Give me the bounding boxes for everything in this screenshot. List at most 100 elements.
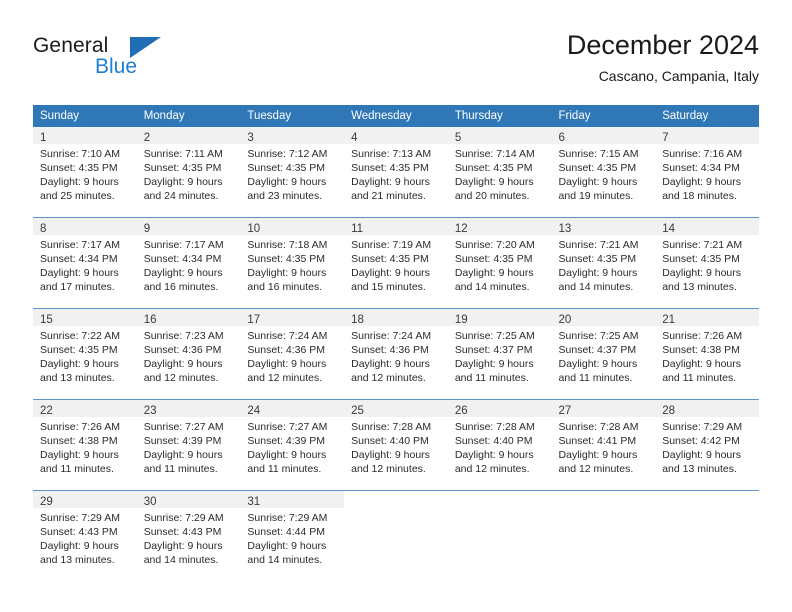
weekday-header-tuesday: Tuesday (240, 105, 345, 127)
calendar-day-cell[interactable]: 30 Sunrise: 7:29 AM Sunset: 4:43 PM Dayligh… (136, 490, 241, 581)
daylight-text-line2: and 12 minutes. (143, 372, 219, 384)
calendar-day-cell[interactable]: 8 Sunrise: 7:17 AM Sunset: 4:34 PM Daylight… (33, 217, 137, 309)
title-block: December 2024 Cascano, Campania, Italy (567, 28, 759, 87)
daylight-text-line2: and 17 minutes. (40, 281, 115, 293)
day-number-band: 13 (551, 218, 656, 235)
day-cell-inner: 29 Sunrise: 7:29 AM Sunset: 4:43 PM Dayligh… (33, 491, 137, 581)
calendar-day-cell[interactable]: 23 Sunrise: 7:27 AM Sunset: 4:39 PM Dayligh… (136, 399, 241, 491)
calendar-day-cell[interactable]: 4 Sunrise: 7:13 AM Sunset: 4:35 PM Daylight… (344, 127, 448, 218)
sunset-text: Sunset: 4:34 PM (143, 253, 222, 265)
day-number: 31 (247, 496, 261, 508)
day-number: 23 (143, 405, 157, 417)
calendar-day-cell[interactable]: 14 Sunrise: 7:21 AM Sunset: 4:35 PM Dayligh… (655, 217, 759, 309)
day-cell-inner: 6 Sunrise: 7:15 AM Sunset: 4:35 PM Daylight… (551, 127, 656, 217)
day-number-band: 27 (551, 400, 656, 417)
daylight-text-line2: and 16 minutes. (247, 281, 323, 293)
calendar-day-cell[interactable]: 13 Sunrise: 7:21 AM Sunset: 4:35 PM Dayligh… (551, 217, 656, 309)
day-number: 30 (143, 496, 157, 508)
day-cell-inner: 11 Sunrise: 7:19 AM Sunset: 4:35 PM Dayligh… (344, 218, 448, 308)
day-cell-inner: 23 Sunrise: 7:27 AM Sunset: 4:39 PM Dayligh… (136, 400, 241, 490)
calendar-day-cell[interactable]: 7 Sunrise: 7:16 AM Sunset: 4:34 PM Daylight… (655, 127, 759, 218)
daylight-text-line2: and 11 minutes. (40, 463, 114, 475)
day-number: 26 (454, 405, 468, 417)
sunset-text: Sunset: 4:39 PM (143, 435, 222, 447)
daylight-text-line2: and 23 minutes. (247, 190, 323, 202)
sunrise-text: Sunrise: 7:17 AM (40, 239, 120, 251)
day-cell-inner: 15 Sunrise: 7:22 AM Sunset: 4:35 PM Dayligh… (33, 309, 137, 399)
day-number-band: 2 (136, 127, 241, 144)
day-cell-inner: 18 Sunrise: 7:24 AM Sunset: 4:36 PM Dayligh… (344, 309, 448, 399)
weekday-header-sunday: Sunday (33, 105, 137, 127)
sunset-text: Sunset: 4:35 PM (351, 253, 429, 265)
day-number-band: 17 (240, 309, 345, 326)
daylight-text-line1: Daylight: 9 hours (143, 176, 223, 188)
logo-text-blue: Blue (95, 55, 138, 78)
general-blue-logo[interactable]: General Blue (33, 34, 253, 92)
day-number-band: 5 (447, 127, 552, 144)
day-details: Sunrise: 7:22 AM Sunset: 4:35 PM Daylight:… (33, 326, 137, 385)
day-number-band: 20 (551, 309, 656, 326)
day-cell-inner: 10 Sunrise: 7:18 AM Sunset: 4:35 PM Dayligh… (240, 218, 345, 308)
sunrise-text: Sunrise: 7:29 AM (247, 512, 328, 524)
sunrise-text: Sunrise: 7:24 AM (247, 330, 328, 342)
sunrise-text: Sunrise: 7:13 AM (351, 148, 432, 160)
calendar-day-cell[interactable]: 3 Sunrise: 7:12 AM Sunset: 4:35 PM Daylight… (240, 127, 345, 218)
calendar-day-cell[interactable]: 15 Sunrise: 7:22 AM Sunset: 4:35 PM Dayligh… (33, 308, 137, 400)
daylight-text-line1: Daylight: 9 hours (40, 449, 119, 461)
day-cell-inner: 30 Sunrise: 7:29 AM Sunset: 4:43 PM Dayligh… (136, 491, 241, 581)
day-number: 14 (662, 223, 676, 235)
calendar-day-cell[interactable]: 28 Sunrise: 7:29 AM Sunset: 4:42 PM Dayligh… (655, 399, 759, 491)
daylight-text-line1: Daylight: 9 hours (40, 267, 119, 279)
day-cell-inner: 2 Sunrise: 7:11 AM Sunset: 4:35 PM Daylight… (136, 127, 241, 217)
day-number-band: 21 (655, 309, 759, 326)
daylight-text-line2: and 24 minutes. (143, 190, 219, 202)
day-details: Sunrise: 7:17 AM Sunset: 4:34 PM Daylight:… (33, 235, 137, 294)
day-cell-inner: 13 Sunrise: 7:21 AM Sunset: 4:35 PM Dayligh… (551, 218, 656, 308)
day-number: 27 (558, 405, 572, 417)
day-number-band: 18 (344, 309, 448, 326)
calendar-day-cell[interactable]: 9 Sunrise: 7:17 AM Sunset: 4:34 PM Daylight… (136, 217, 241, 309)
sunset-text: Sunset: 4:42 PM (662, 435, 740, 447)
calendar-day-cell[interactable]: 1 Sunrise: 7:10 AM Sunset: 4:35 PM Daylight… (33, 127, 137, 218)
sunset-text: Sunset: 4:35 PM (40, 344, 118, 356)
daylight-text-line1: Daylight: 9 hours (558, 358, 638, 370)
daylight-text-line2: and 20 minutes. (454, 190, 530, 202)
day-number-band: 15 (33, 309, 137, 326)
weekday-header-wednesday: Wednesday (344, 105, 448, 127)
sunrise-text: Sunrise: 7:23 AM (143, 330, 224, 342)
calendar-day-cell[interactable]: 12 Sunrise: 7:20 AM Sunset: 4:35 PM Dayligh… (447, 217, 552, 309)
daylight-text-line2: and 12 minutes. (454, 463, 530, 475)
calendar-day-cell[interactable]: 27 Sunrise: 7:28 AM Sunset: 4:41 PM Dayligh… (551, 399, 656, 491)
calendar-day-cell[interactable]: 10 Sunrise: 7:18 AM Sunset: 4:35 PM Dayligh… (240, 217, 345, 309)
calendar-day-cell[interactable]: 21 Sunrise: 7:26 AM Sunset: 4:38 PM Dayligh… (655, 308, 759, 400)
calendar-day-cell[interactable]: 17 Sunrise: 7:24 AM Sunset: 4:36 PM Dayligh… (240, 308, 345, 400)
calendar-day-cell[interactable]: 2 Sunrise: 7:11 AM Sunset: 4:35 PM Daylight… (136, 127, 241, 218)
daylight-text-line2: and 14 minutes. (143, 554, 219, 566)
day-number: 12 (454, 223, 468, 235)
calendar-day-cell[interactable]: 24 Sunrise: 7:27 AM Sunset: 4:39 PM Dayligh… (240, 399, 345, 491)
calendar-day-cell[interactable]: 22 Sunrise: 7:26 AM Sunset: 4:38 PM Dayligh… (33, 399, 137, 491)
calendar-day-cell[interactable]: 29 Sunrise: 7:29 AM Sunset: 4:43 PM Dayligh… (33, 490, 137, 581)
calendar-day-cell[interactable]: 5 Sunrise: 7:14 AM Sunset: 4:35 PM Daylight… (447, 127, 552, 218)
calendar-day-cell[interactable]: 11 Sunrise: 7:19 AM Sunset: 4:35 PM Dayligh… (344, 217, 448, 309)
calendar-day-cell[interactable]: 19 Sunrise: 7:25 AM Sunset: 4:37 PM Dayligh… (447, 308, 552, 400)
calendar-day-cell[interactable]: 18 Sunrise: 7:24 AM Sunset: 4:36 PM Dayligh… (344, 308, 448, 400)
sunset-text: Sunset: 4:34 PM (40, 253, 118, 265)
calendar-day-cell[interactable]: 16 Sunrise: 7:23 AM Sunset: 4:36 PM Dayligh… (136, 308, 241, 400)
calendar-day-cell[interactable]: 26 Sunrise: 7:28 AM Sunset: 4:40 PM Dayligh… (447, 399, 552, 491)
sunset-text: Sunset: 4:40 PM (454, 435, 533, 447)
calendar-day-cell[interactable]: 25 Sunrise: 7:28 AM Sunset: 4:40 PM Dayligh… (344, 399, 448, 491)
calendar-day-cell[interactable]: 31 Sunrise: 7:29 AM Sunset: 4:44 PM Dayligh… (240, 490, 345, 581)
calendar-day-cell[interactable]: 6 Sunrise: 7:15 AM Sunset: 4:35 PM Daylight… (551, 127, 656, 218)
daylight-text-line1: Daylight: 9 hours (662, 449, 742, 461)
day-details: Sunrise: 7:21 AM Sunset: 4:35 PM Daylight:… (655, 235, 759, 294)
sunrise-text: Sunrise: 7:26 AM (662, 330, 743, 342)
sunrise-text: Sunrise: 7:12 AM (247, 148, 328, 160)
day-cell-inner: 12 Sunrise: 7:20 AM Sunset: 4:35 PM Dayligh… (447, 218, 552, 308)
sunrise-text: Sunrise: 7:25 AM (558, 330, 639, 342)
sunset-text: Sunset: 4:35 PM (40, 162, 118, 174)
day-number-band: 7 (655, 127, 759, 144)
day-cell-inner: 31 Sunrise: 7:29 AM Sunset: 4:44 PM Dayligh… (240, 491, 345, 581)
sunrise-text: Sunrise: 7:19 AM (351, 239, 432, 251)
calendar-day-cell[interactable]: 20 Sunrise: 7:25 AM Sunset: 4:37 PM Dayligh… (551, 308, 656, 400)
